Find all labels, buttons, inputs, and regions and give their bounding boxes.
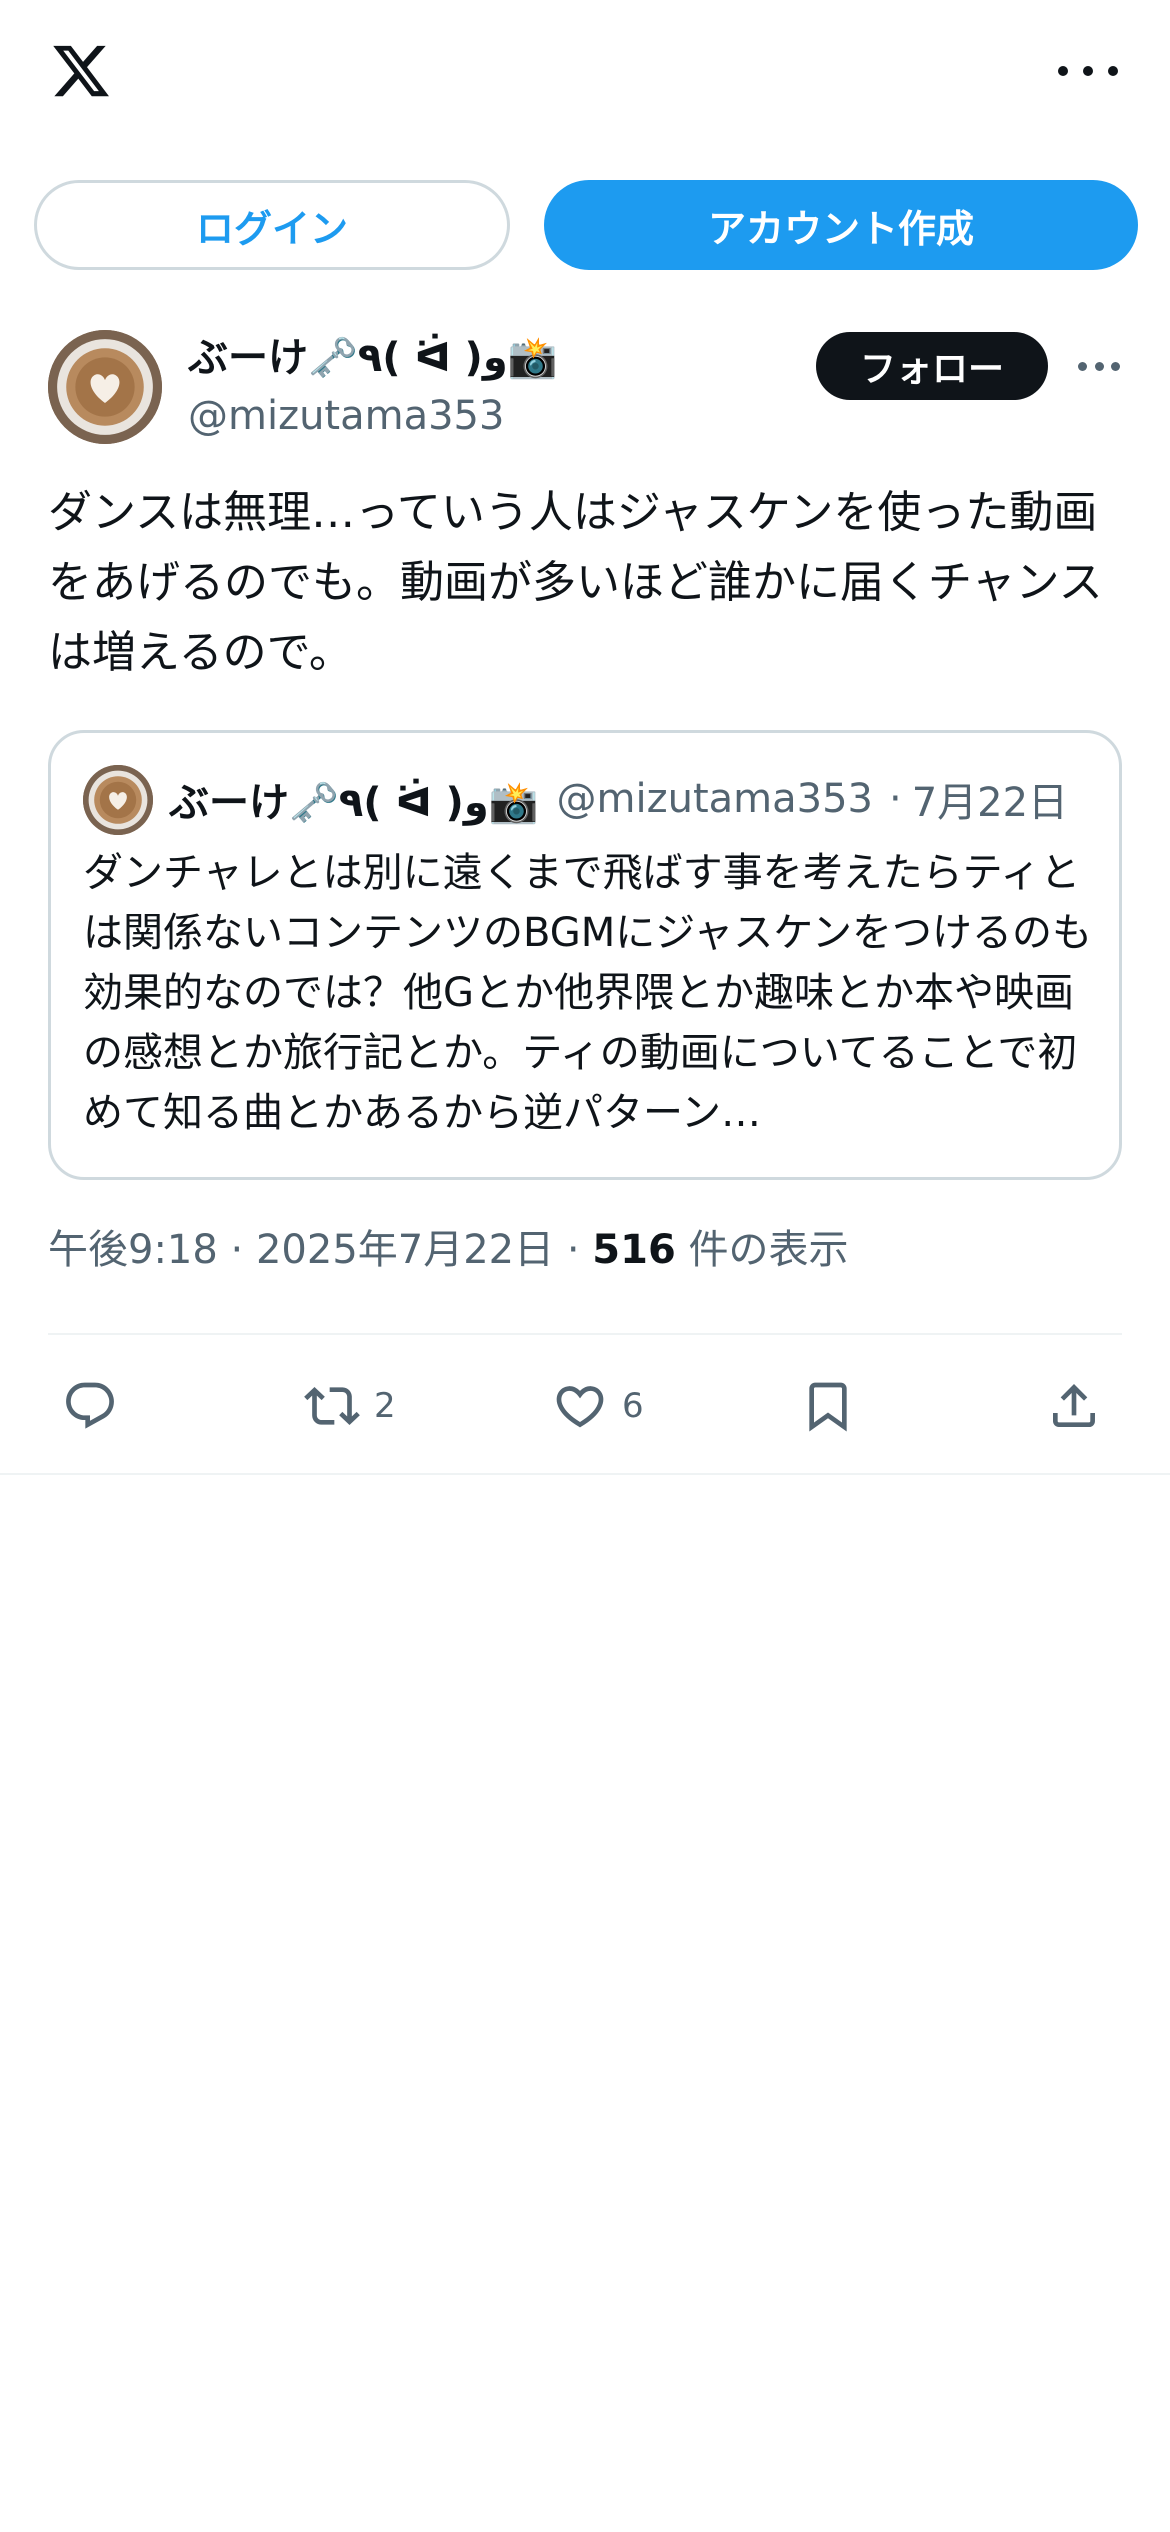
- share-button[interactable]: [1046, 1366, 1102, 1446]
- quoted-author-name: ぶーけ🗝️٩( ᐛ )و📸: [169, 780, 539, 826]
- more-horizontal-icon[interactable]: [1078, 360, 1120, 372]
- bookmark-button[interactable]: [800, 1366, 856, 1446]
- bookmark-icon: [809, 1382, 847, 1432]
- separator: ·: [230, 1227, 244, 1273]
- tweet-meta: 午後9:18 · 2025年7月22日 · 516 件の表示: [48, 1220, 849, 1280]
- quoted-author-handle: @mizutama353: [556, 776, 873, 822]
- reply-button[interactable]: [62, 1366, 118, 1446]
- separator: ·: [566, 1227, 580, 1273]
- retweet-button[interactable]: 2: [304, 1366, 396, 1446]
- author-name[interactable]: ぶーけ🗝️٩( ᐛ )و📸: [188, 330, 558, 386]
- reply-icon: [66, 1382, 114, 1429]
- views-label: 件の表示: [688, 1227, 849, 1273]
- divider: [48, 1333, 1122, 1335]
- quoted-tweet-header: ぶーけ🗝️٩( ᐛ )و📸 @mizutama353 · 7月22日: [169, 767, 1099, 831]
- views-count: 516: [592, 1227, 676, 1273]
- action-bar: 2 6: [48, 1366, 1122, 1446]
- like-button[interactable]: 6: [552, 1366, 644, 1446]
- avatar: [83, 765, 153, 835]
- heart-icon: [556, 1386, 604, 1428]
- author-handle[interactable]: @mizutama353: [188, 388, 504, 444]
- tweet-text: ダンスは無理…っていう人はジャスケンを使った動画をあげるのでも。動画が多いほど誰…: [48, 487, 1103, 678]
- quoted-tweet[interactable]: ぶーけ🗝️٩( ᐛ )و📸 @mizutama353 · 7月22日 ダンチャレ…: [48, 730, 1122, 1180]
- login-button[interactable]: ログイン: [34, 180, 510, 270]
- tweet-time[interactable]: 午後9:18: [48, 1227, 218, 1273]
- separator: ·: [888, 776, 902, 822]
- more-horizontal-icon[interactable]: [1058, 56, 1118, 86]
- like-count: 6: [622, 1386, 644, 1426]
- share-icon: [1053, 1384, 1095, 1427]
- quoted-date: 7月22日: [911, 780, 1069, 826]
- tweet-date[interactable]: 2025年7月22日: [256, 1227, 554, 1273]
- avatar[interactable]: [48, 330, 162, 444]
- quoted-tweet-text: ダンチャレとは別に遠くまで飛ばす事を考えたらティとは関係ないコンテンツのBGMに…: [83, 850, 1093, 1136]
- create-account-button[interactable]: アカウント作成: [544, 180, 1138, 270]
- divider: [0, 1473, 1170, 1475]
- x-logo-icon[interactable]: [48, 40, 114, 102]
- follow-button[interactable]: フォロー: [816, 332, 1048, 400]
- retweet-icon: [304, 1387, 360, 1425]
- retweet-count: 2: [374, 1386, 396, 1426]
- auth-buttons: ログイン アカウント作成: [34, 180, 1138, 270]
- top-bar: [0, 0, 1170, 150]
